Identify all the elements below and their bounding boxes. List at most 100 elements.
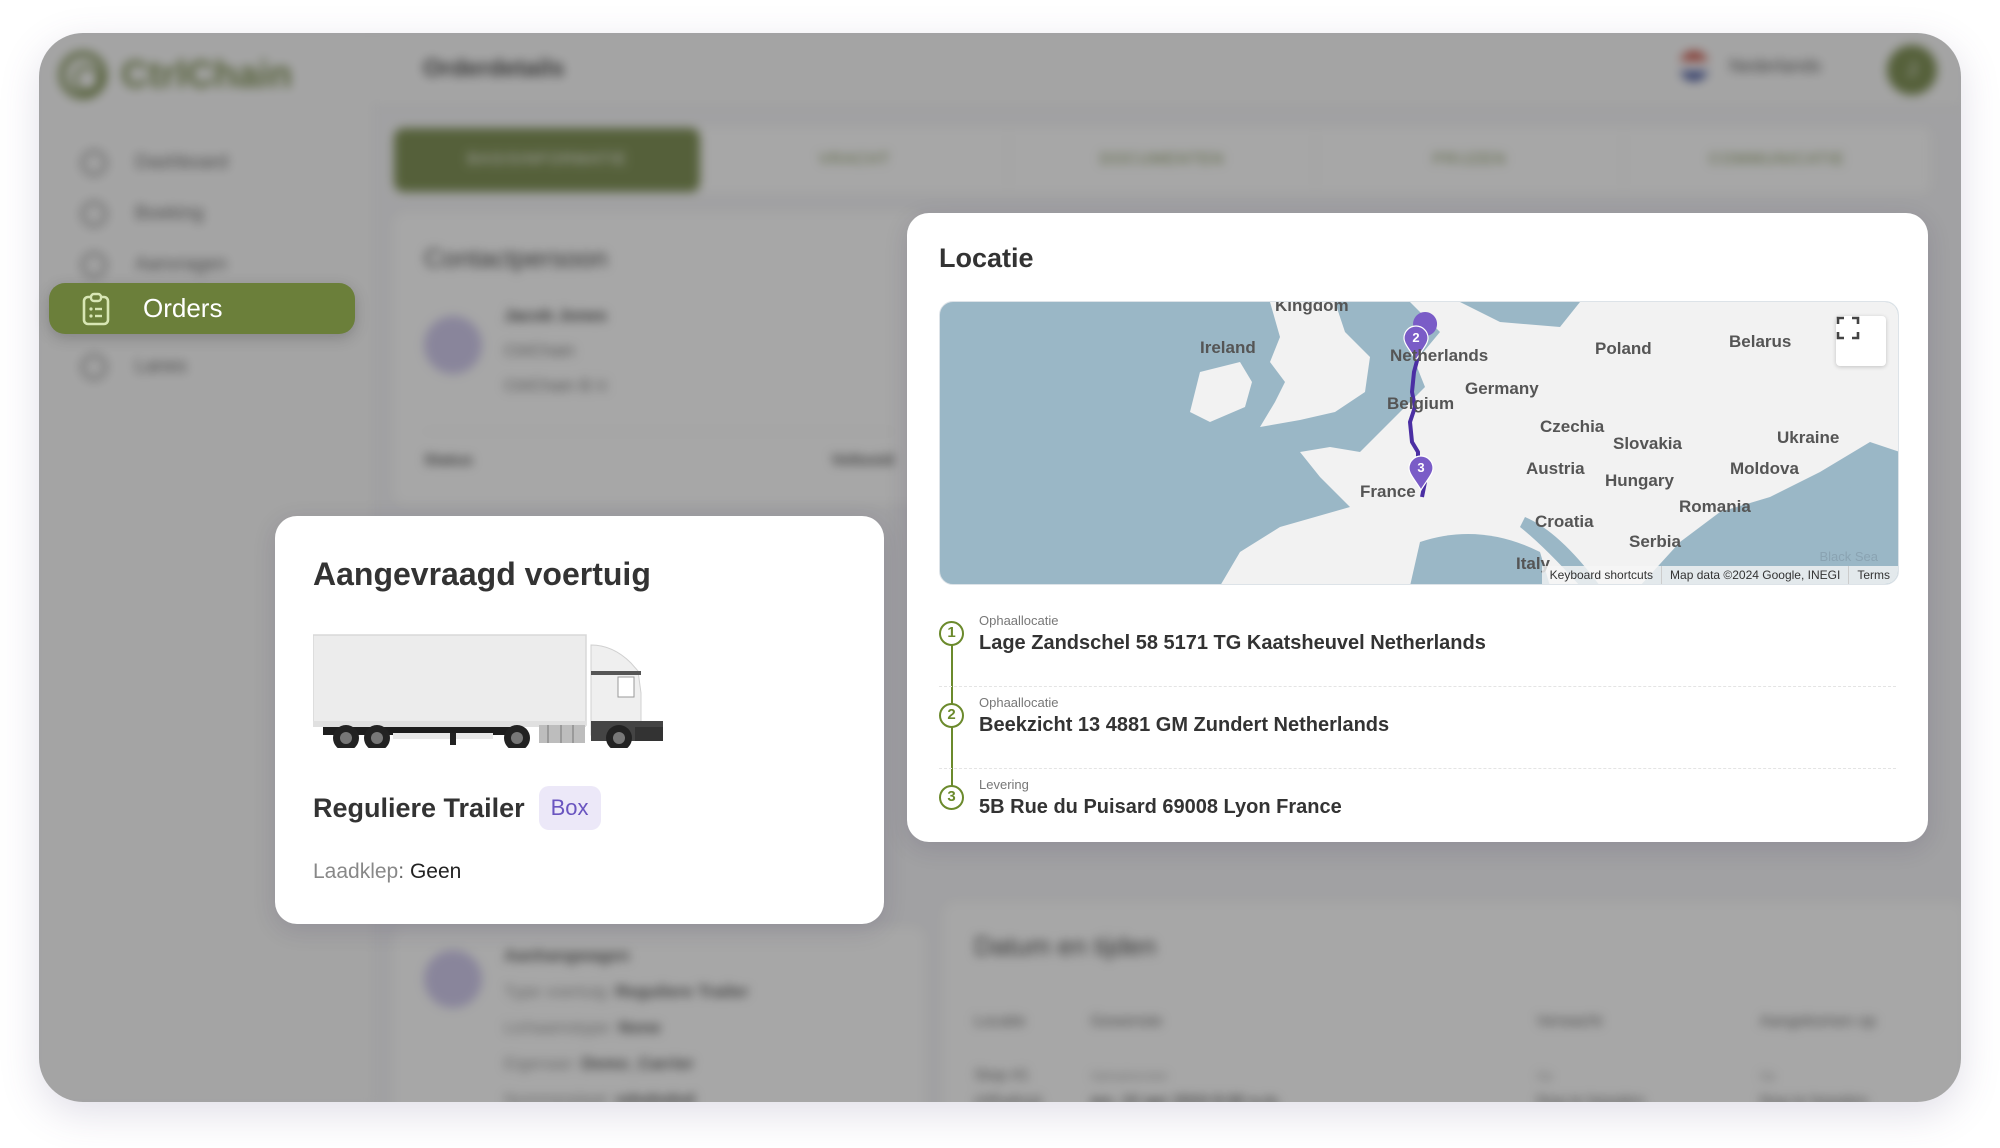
sidebar-item-lanes[interactable]: Lanes bbox=[69, 341, 228, 392]
trailer-row-label: Nummerplaat: bbox=[504, 1090, 611, 1102]
map-label: Slovakia bbox=[1613, 434, 1682, 453]
contact-title: Contactpersoon bbox=[424, 243, 608, 273]
column-header: Verwacht bbox=[1536, 1013, 1603, 1030]
location-card-title: Locatie bbox=[939, 243, 1034, 273]
cell-desired: Ophaalvenster wo, 10 apr 2024 8:00 a.m. bbox=[1090, 1063, 1536, 1102]
top-bar: Orderdetails Nederlands J bbox=[373, 33, 1961, 105]
cell-arrived-label: Op bbox=[1759, 1069, 1776, 1083]
order-tabs: BASISINFORMATIE VRACHT DOCUMENTEN PRIJZE… bbox=[394, 128, 1932, 192]
tab-basisinformatie[interactable]: BASISINFORMATIE bbox=[394, 128, 702, 192]
person-avatar-icon bbox=[424, 316, 482, 374]
map-label: Moldova bbox=[1730, 459, 1799, 478]
requests-icon bbox=[81, 251, 107, 278]
sidebar-nav: Dashboard Boeking Aanvragen Lanes bbox=[69, 137, 228, 392]
vehicle-type-name: Reguliere Trailer bbox=[313, 792, 525, 823]
trailer-row: Eigenaar: Demo_Carrier bbox=[504, 1046, 749, 1082]
tailgate-value: Geen bbox=[409, 860, 462, 883]
stop-kind: Ophaallocatie bbox=[979, 613, 1059, 628]
tab-vracht[interactable]: VRACHT bbox=[701, 128, 1009, 192]
map-data-attribution: Map data ©2024 Google, INEGI bbox=[1661, 566, 1848, 584]
route-stops-list: 1 Ophaallocatie Lage Zandschel 58 5171 T… bbox=[939, 605, 1896, 851]
tab-communicatie[interactable]: COMMUNICATIE bbox=[1624, 128, 1932, 192]
cell-arrived-value: Nog te bepalen bbox=[1759, 1093, 1868, 1102]
map-label: Poland bbox=[1595, 339, 1652, 358]
sidebar-item-dashboard[interactable]: Dashboard bbox=[69, 137, 228, 188]
contact-name: Jacob Jones bbox=[504, 306, 607, 325]
map-label: Ukraine bbox=[1777, 428, 1840, 447]
map-label: Austria bbox=[1526, 459, 1585, 478]
map-label: Hungary bbox=[1605, 471, 1674, 490]
brand-name: CtrlChain bbox=[121, 53, 292, 96]
stop-address: Lage Zandschel 58 5171 TG Kaatsheuvel Ne… bbox=[979, 632, 1486, 654]
tab-documenten[interactable]: DOCUMENTEN bbox=[1009, 128, 1317, 192]
requested-vehicle-card: Aangevraagd voertuig Reguliere Trailer B… bbox=[275, 516, 884, 924]
column-header: Locatie bbox=[974, 1013, 1026, 1030]
tailgate-label: Laadklep bbox=[313, 860, 399, 883]
stop-address: 5B Rue du Puisard 69008 Lyon France bbox=[979, 796, 1342, 818]
map-label: Serbia bbox=[1629, 532, 1681, 551]
logo: CtrlChain bbox=[59, 51, 292, 99]
trailer-icon bbox=[424, 950, 482, 1008]
logo-icon bbox=[59, 51, 107, 99]
trailer-row-value: Demo_Carrier bbox=[581, 1054, 694, 1073]
sidebar-item-orders[interactable]: Orders bbox=[49, 283, 355, 334]
sidebar-item-label: Boeking bbox=[135, 202, 204, 224]
language-selector[interactable]: Nederlands bbox=[1678, 51, 1821, 81]
netherlands-flag-icon bbox=[1678, 51, 1709, 81]
trailer-row-label: Lichaamstype: bbox=[504, 1018, 614, 1037]
stop-kind: Levering bbox=[979, 777, 1029, 792]
sidebar-item-label: Aanvragen bbox=[135, 253, 227, 275]
marker-3-label: 3 bbox=[1417, 460, 1424, 475]
trailer-row: Type voertuig: Reguliere Trailer bbox=[504, 974, 749, 1010]
contact-company: CtrlChain bbox=[504, 341, 575, 360]
marker-2-label: 2 bbox=[1412, 330, 1419, 345]
trailer-title: Aanhangwagen bbox=[504, 946, 630, 965]
cell-expected-label: Op bbox=[1536, 1069, 1553, 1083]
cell-expected-value: Nog te bepalen bbox=[1536, 1093, 1645, 1102]
map-label: Croatia bbox=[1535, 512, 1594, 531]
trailer-details: Aanhangwagen Type voertuig: Reguliere Tr… bbox=[504, 938, 749, 1102]
language-label: Nederlands bbox=[1728, 55, 1821, 76]
map-label: Kingdom bbox=[1275, 301, 1349, 315]
sidebar-item-label: Dashboard bbox=[135, 151, 228, 173]
dates-title: Datum en tijden bbox=[974, 931, 1157, 961]
contact-organization: CtrlChain B.V. bbox=[504, 376, 611, 395]
map-label: France bbox=[1360, 482, 1416, 501]
status-label: Status bbox=[424, 452, 473, 469]
map-label: Germany bbox=[1465, 379, 1539, 398]
trailer-row-label: Type voertuig: bbox=[504, 982, 611, 1001]
user-avatar[interactable]: J bbox=[1887, 45, 1937, 95]
status-row: Status Voltooid bbox=[424, 431, 894, 470]
lanes-icon bbox=[81, 353, 107, 380]
sidebar-item-boeking[interactable]: Boeking bbox=[69, 188, 228, 239]
map-attribution-bar: Keyboard shortcuts Map data ©2024 Google… bbox=[1541, 566, 1898, 584]
vehicle-card-title: Aangevraagd voertuig bbox=[313, 556, 651, 592]
location-card: Locatie 2 3 Kingdom Ireland Netherlands … bbox=[907, 213, 1928, 842]
cell-expected: Op Nog te bepalen bbox=[1536, 1063, 1759, 1102]
contact-card: Contactpersoon Jacob Jones CtrlChain Ctr… bbox=[394, 213, 924, 503]
map-fullscreen-button[interactable] bbox=[1836, 316, 1886, 366]
contact-details: Jacob Jones CtrlChain CtrlChain B.V. bbox=[504, 298, 610, 403]
stop-number-badge: 1 bbox=[939, 621, 964, 646]
cell-desired-label: Ophaalvenster bbox=[1090, 1069, 1169, 1083]
keyboard-shortcuts-link[interactable]: Keyboard shortcuts bbox=[1542, 566, 1661, 584]
fullscreen-icon bbox=[1836, 316, 1860, 340]
tab-prijzen[interactable]: PRIJZEN bbox=[1316, 128, 1624, 192]
map-label: Belgium bbox=[1387, 394, 1455, 413]
map-water-label: Black Sea bbox=[1819, 549, 1878, 564]
terms-link[interactable]: Terms bbox=[1848, 566, 1898, 584]
map-label: Netherlands bbox=[1390, 346, 1489, 365]
stop-address: Beekzicht 13 4881 GM Zundert Netherlands bbox=[979, 714, 1390, 736]
status-value: Voltooid bbox=[831, 452, 894, 469]
trailer-row-label: Eigenaar: bbox=[504, 1054, 577, 1073]
tailgate-info: Laadklep: Geen bbox=[313, 860, 461, 884]
page-title: Orderdetails bbox=[423, 55, 565, 82]
trailer-row: Lichaamstype: None bbox=[504, 1010, 749, 1046]
tailgate-separator: : bbox=[398, 860, 405, 883]
booking-icon bbox=[81, 200, 107, 227]
route-map[interactable]: 2 3 Kingdom Ireland Netherlands Belgium … bbox=[939, 301, 1899, 585]
map-label: Ireland bbox=[1200, 338, 1256, 357]
trailer-row: Nummerplaat: sdsdsdsd bbox=[504, 1082, 749, 1102]
stop-kind: Ophaallocatie bbox=[979, 695, 1059, 710]
sidebar-item-label: Orders bbox=[143, 293, 223, 323]
